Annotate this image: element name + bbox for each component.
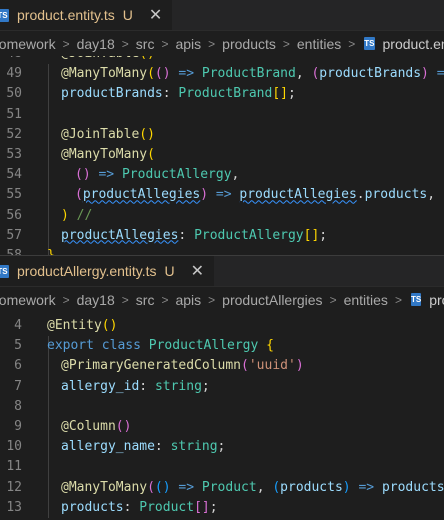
tab-title: productAllergy.entity.ts [17, 263, 157, 279]
typescript-icon: TS [364, 37, 375, 50]
breadcrumb: homework > day18 > src > apis > products > en… [0, 31, 444, 56]
chevron-right-icon: > [161, 292, 169, 307]
chevron-right-icon: > [348, 36, 356, 51]
chevron-right-icon: > [62, 292, 70, 307]
close-icon[interactable]: ✕ [149, 5, 162, 25]
code-line: 6 @PrimaryGeneratedColumn('uuid') [14, 358, 304, 374]
chevron-right-icon: > [62, 36, 70, 51]
typescript-icon: TS [0, 264, 9, 278]
code-line: 8 [14, 398, 22, 414]
chevron-right-icon: > [208, 292, 216, 307]
code-line: 49 @ManyToMany(() => ProductBrand, (produ… [6, 66, 444, 82]
modified-indicator: U [164, 263, 175, 279]
code-line: 7 allergy_id: string; [14, 378, 210, 394]
chevron-right-icon: > [394, 292, 402, 307]
chevron-right-icon: > [329, 292, 337, 307]
breadcrumb-item[interactable]: day18 [77, 36, 115, 52]
breadcrumb-item[interactable]: products [222, 36, 276, 52]
code-line: 50 productBrands: ProductBrand[]; [6, 86, 296, 102]
tab-productallergy-entity[interactable]: TS productAllergy.entity.ts U ✕ [0, 256, 215, 286]
typescript-icon: TS [0, 8, 9, 22]
code-line: 4 @Entity() [14, 318, 118, 333]
code-line: 9 @Column() [14, 418, 132, 434]
code-line: 52 @JoinTable() [6, 126, 155, 142]
tab-bar: TS product.entity.ts U ✕ [0, 0, 444, 31]
code-line: 51 [6, 106, 22, 122]
code-line: 12 @ManyToMany(() => Product, (products) … [6, 479, 444, 495]
close-icon[interactable]: ✕ [191, 261, 204, 281]
breadcrumb-item[interactable]: src [136, 36, 155, 52]
code-line: 56) // [6, 207, 93, 223]
breadcrumb-item[interactable]: day18 [77, 292, 115, 308]
tab-bar: TS productAllergy.entity.ts U ✕ [0, 256, 444, 287]
tab-product-entity[interactable]: TS product.entity.ts U ✕ [0, 0, 173, 30]
breadcrumb-item[interactable]: productAllergies [222, 292, 322, 308]
chevron-right-icon: > [121, 292, 129, 307]
breadcrumb-item[interactable]: src [136, 292, 155, 308]
breadcrumb-item[interactable]: homework [0, 36, 56, 52]
code-line: 55 (productAllegies) => productAllegies.p… [6, 187, 436, 203]
chevron-right-icon: > [121, 36, 129, 51]
breadcrumb-item[interactable]: produc [429, 292, 444, 308]
code-line: 10 allergy_name: string; [6, 439, 226, 455]
breadcrumb-item[interactable]: apis [175, 292, 201, 308]
breadcrumb: homework > day18 > src > apis > productAller… [0, 287, 444, 312]
breadcrumb-item[interactable]: entities [344, 292, 388, 308]
code-area[interactable]: 4 @Entity() 5 export class ProductAllergy … [0, 316, 444, 520]
chevron-right-icon: > [208, 36, 216, 51]
typescript-icon: TS [410, 293, 422, 306]
code-line: 57 productAllegies: ProductAllergy[]; [6, 227, 328, 243]
modified-indicator: U [122, 7, 133, 23]
bottom-editor-pane[interactable]: TS productAllergy.entity.ts U ✕ homework… [0, 256, 444, 520]
breadcrumb-item[interactable]: homework [0, 292, 56, 308]
code-line: 11 [6, 459, 22, 475]
breadcrumb-item[interactable]: entities [297, 36, 341, 52]
code-line: 53 @ManyToMany( [6, 146, 155, 162]
chevron-right-icon: > [282, 36, 290, 51]
top-editor-pane[interactable]: 48@JoinTable() 49@ManyToMany(() => Produ… [0, 0, 444, 256]
code-line: 13 products: Product[]; [6, 499, 218, 515]
tab-title: product.entity.ts [17, 7, 115, 23]
code-line: 5 export class ProductAllergy { [14, 338, 274, 354]
code-line: 54() => ProductAllergy, [6, 167, 240, 183]
breadcrumb-item[interactable]: product.entity. [383, 36, 444, 52]
code-area[interactable]: 48@JoinTable() 49@ManyToMany(() => Produ… [0, 44, 444, 256]
breadcrumb-item[interactable]: apis [175, 36, 201, 52]
chevron-right-icon: > [161, 36, 169, 51]
